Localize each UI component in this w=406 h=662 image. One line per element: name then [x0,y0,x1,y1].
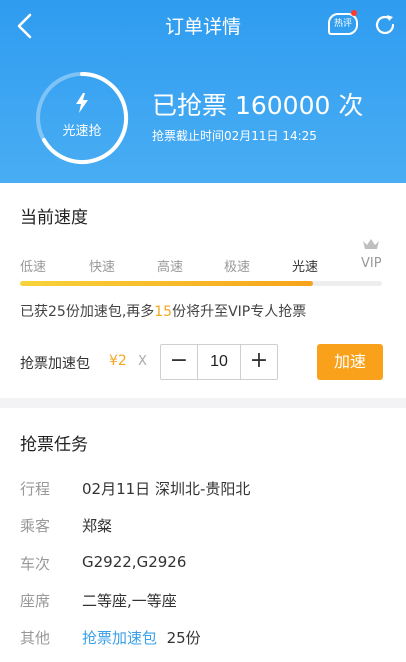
speed-level-light: 光速 [292,260,319,275]
other-value: 抢票加速包 25份 [82,627,201,648]
order-header: 订单详情 热评 光速抢 已抢票 160000 次 抢票截止时间02月11日 14… [0,0,406,183]
quantity-input[interactable] [198,345,240,379]
decrement-button[interactable]: − [161,345,198,379]
speed-level-high: 高速 [157,260,184,275]
speed-section-title: 当前速度 [20,208,88,228]
speed-level-extreme: 极速 [224,260,251,275]
passenger-value: 郑粲 [82,517,113,535]
passenger-label: 乘客 [20,517,51,535]
refresh-icon[interactable] [372,12,398,38]
trip-value: 02月11日 深圳北-贵阳北 [82,480,251,498]
train-value: G2922,G2926 [82,553,187,571]
increment-button[interactable]: + [240,345,277,379]
seat-value: 二等座,一等座 [82,592,177,610]
boost-button[interactable]: 加速 [317,344,383,380]
hot-comment-button[interactable]: 热评 [328,13,358,35]
speed-level-fast: 快速 [89,260,116,275]
boost-package-link[interactable]: 抢票加速包 [82,629,157,647]
boost-package-count: 25份 [166,629,201,647]
speed-progress-fill [20,281,314,286]
notification-dot [351,10,357,16]
speed-level-low: 低速 [20,260,47,275]
multiply-sign: X [138,354,147,369]
seat-label: 座席 [20,592,51,610]
boost-info-prefix: 已获25份加速包,再多 [20,304,155,320]
package-label: 抢票加速包 [20,356,90,372]
boost-remaining-count: 15 [154,304,173,320]
task-section-title: 抢票任务 [20,435,88,455]
boost-info-text: 已获25份加速包,再多15份将升至VIP专人抢票 [20,301,306,321]
trip-label: 行程 [20,480,51,498]
package-price: ¥2 [109,353,127,369]
boost-info-suffix: 份将升至VIP专人抢票 [172,304,307,320]
lightning-icon [76,93,88,113]
other-label: 其他 [20,629,51,647]
grab-count: 已抢票 160000 次 [152,91,364,120]
speed-mode-label: 光速抢 [62,124,102,139]
train-label: 车次 [20,555,51,573]
crown-icon [363,239,379,249]
speed-level-vip: VIP [361,256,382,271]
quantity-stepper: − + [160,344,278,380]
deadline-text: 抢票截止时间02月11日 14:25 [152,129,317,143]
speed-progress-bar [20,281,382,286]
speed-ring [36,71,129,164]
